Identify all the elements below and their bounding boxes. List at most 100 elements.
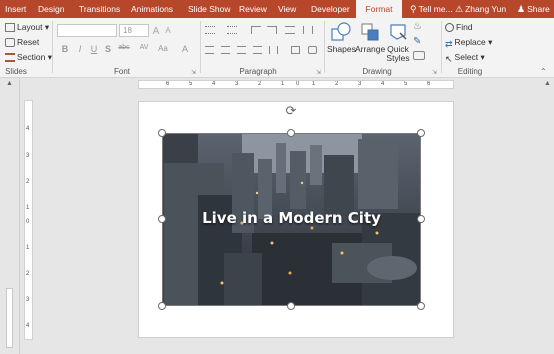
grow-font-icon[interactable]: A	[151, 26, 161, 37]
share-label: Share	[527, 4, 550, 14]
char-spacing-button[interactable]: AV	[137, 44, 151, 51]
scroll-up-icon[interactable]: ▲	[6, 80, 13, 87]
ruler-number: 2	[335, 81, 339, 87]
resize-handle[interactable]	[158, 129, 166, 137]
person-icon: ♟	[517, 4, 526, 14]
ruler-number: 1	[312, 81, 316, 87]
ribbon: Layout ▾ Reset Section ▾ Slides 18 A A B…	[0, 18, 554, 78]
shape-effects-icon[interactable]	[413, 51, 425, 60]
shadow-button[interactable]: S	[103, 44, 113, 54]
justify-icon[interactable]	[253, 46, 262, 54]
change-case-button[interactable]: Aa	[156, 44, 170, 53]
shape-format-buttons: ♨ ✎	[413, 21, 435, 66]
reset-button[interactable]: Reset	[5, 36, 39, 48]
ruler-number: 1	[26, 205, 30, 211]
tab-slide-show[interactable]: Slide Show	[188, 0, 231, 18]
replace-button[interactable]: ⇄ Replace ▾	[445, 36, 492, 50]
shapes-icon	[331, 22, 351, 41]
shrink-font-icon[interactable]: A	[163, 26, 173, 35]
replace-label: Replace	[454, 37, 486, 47]
shape-outline-icon[interactable]: ✎	[413, 36, 421, 47]
align-left-icon[interactable]	[205, 46, 214, 54]
tab-animations[interactable]: Animations	[131, 0, 173, 18]
layout-icon	[5, 23, 15, 33]
rotate-handle-icon[interactable]: ⟳	[284, 104, 298, 118]
horizontal-ruler: 6 5 4 3 2 1 0 1 2 3 4 5 6	[138, 80, 454, 89]
resize-handle[interactable]	[417, 129, 425, 137]
paragraph-dialog-launcher-icon[interactable]: ⇲	[316, 69, 321, 76]
find-button[interactable]: Find	[445, 21, 473, 33]
warning-icon: ⚠	[455, 4, 464, 14]
user-account[interactable]: ⚠ Zhang Yun	[455, 0, 506, 18]
align-buttons-row	[205, 44, 320, 58]
align-right-icon[interactable]	[237, 46, 246, 54]
tab-design[interactable]: Design	[38, 0, 64, 18]
tab-developer[interactable]: Developer	[311, 0, 350, 18]
user-name: Zhang Yun	[465, 4, 507, 14]
shapes-button[interactable]: Shapes	[327, 21, 356, 54]
strikethrough-button[interactable]: abc	[116, 44, 132, 51]
columns-icon[interactable]	[269, 46, 278, 54]
find-label: Find	[456, 22, 473, 32]
section-button[interactable]: Section ▾	[5, 51, 52, 63]
separator	[441, 21, 442, 73]
font-color-button[interactable]: A	[180, 44, 190, 54]
text-direction-icon[interactable]	[303, 26, 313, 34]
ruler-number: 6	[166, 81, 170, 87]
drawing-group-label: Drawing	[362, 67, 392, 76]
font-size-field[interactable]: 18	[119, 24, 149, 37]
list-buttons-row	[205, 24, 315, 38]
select-button[interactable]: ↖ Select ▾	[445, 51, 485, 65]
align-text-icon[interactable]	[291, 46, 300, 54]
line-spacing-icon[interactable]	[285, 26, 295, 34]
cursor-icon: ↖	[445, 54, 453, 65]
drawing-dialog-launcher-icon[interactable]: ⇲	[432, 69, 437, 76]
vertical-ruler: 4 3 2 1 0 1 2 3 4	[24, 100, 33, 340]
ruler-number: 3	[358, 81, 362, 87]
arrange-button[interactable]: Arrange	[355, 21, 385, 54]
tab-insert[interactable]: Insert	[5, 0, 26, 18]
tab-view[interactable]: View	[278, 0, 296, 18]
tab-review[interactable]: Review	[239, 0, 267, 18]
font-dialog-launcher-icon[interactable]: ⇲	[191, 69, 196, 76]
font-name-field[interactable]	[57, 24, 117, 37]
reset-icon	[5, 38, 15, 48]
shapes-label: Shapes	[327, 44, 356, 54]
italic-button[interactable]: I	[75, 44, 85, 54]
shape-fill-icon[interactable]: ♨	[413, 21, 422, 32]
increase-indent-icon[interactable]	[267, 26, 277, 34]
resize-handle[interactable]	[417, 302, 425, 310]
resize-handle[interactable]	[158, 215, 166, 223]
bold-button[interactable]: B	[60, 44, 70, 54]
tab-format[interactable]: Format	[356, 0, 402, 18]
tab-transitions[interactable]: Transitions	[79, 0, 120, 18]
replace-icon: ⇄	[445, 39, 453, 50]
font-group-label: Font	[113, 67, 130, 76]
numbering-icon[interactable]	[227, 26, 237, 34]
scroll-up-icon[interactable]: ▲	[544, 80, 551, 87]
resize-handle[interactable]	[287, 302, 295, 310]
resize-handle[interactable]	[287, 129, 295, 137]
quick-styles-label: Quick Styles	[386, 44, 410, 63]
vertical-scrollbar-thumb[interactable]	[6, 288, 13, 348]
quick-styles-button[interactable]: Quick Styles	[385, 21, 411, 63]
ruler-number: 4	[26, 126, 30, 132]
decrease-indent-icon[interactable]	[251, 26, 261, 34]
quick-styles-icon	[390, 24, 407, 40]
align-center-icon[interactable]	[221, 46, 230, 54]
vertical-scrollbar[interactable]: ▲	[541, 78, 554, 354]
layout-button[interactable]: Layout ▾	[5, 21, 49, 33]
paragraph-group-label: Paragraph	[239, 67, 277, 76]
bullets-icon[interactable]	[205, 26, 215, 34]
thumbnail-pane-edge: ▲	[0, 78, 20, 354]
resize-handle[interactable]	[158, 302, 166, 310]
lightbulb-icon: ⚲	[410, 4, 417, 14]
share-button[interactable]: ♟ Share	[517, 0, 550, 18]
smartart-icon[interactable]	[308, 46, 317, 54]
resize-handle[interactable]	[417, 215, 425, 223]
separator	[200, 21, 201, 73]
underline-button[interactable]: U	[89, 44, 99, 54]
tell-me-text: Tell me...	[418, 4, 453, 14]
tell-me-box[interactable]: ⚲ Tell me...	[410, 0, 453, 18]
collapse-ribbon-icon[interactable]: ⌃	[540, 67, 547, 76]
